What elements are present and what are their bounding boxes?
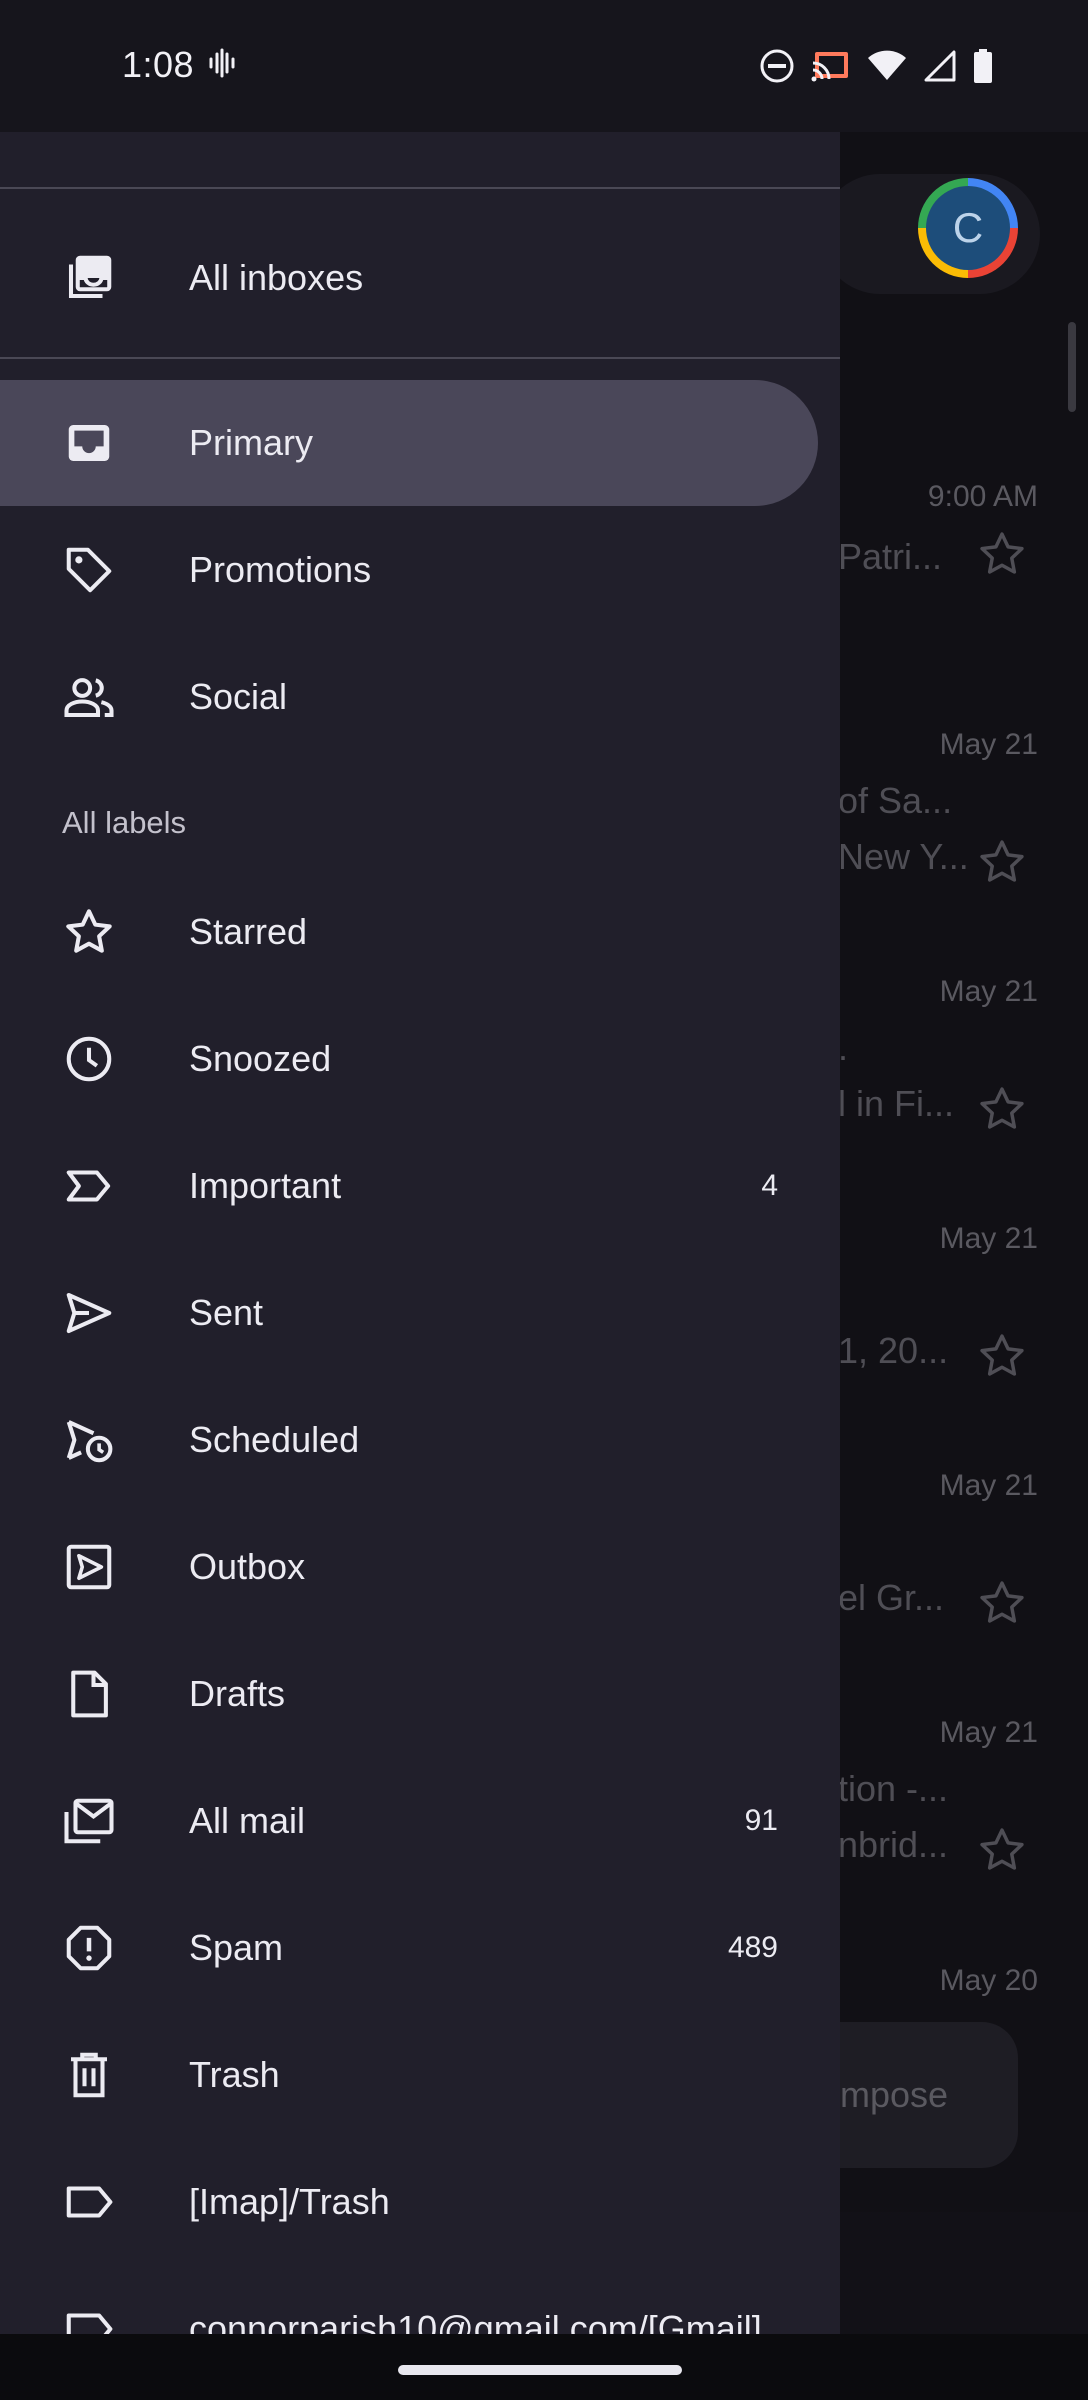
nav-label: Important: [189, 1165, 342, 1206]
nav-item-snoozed[interactable]: Snoozed: [0, 996, 818, 1122]
email-subject: el Gr...: [838, 1577, 945, 1618]
nav-label: Snoozed: [189, 1038, 332, 1079]
email-date: May 21: [939, 1469, 1038, 1502]
nav-label: Drafts: [189, 1673, 286, 1714]
status-bar: 1:08: [0, 0, 1088, 132]
email-row[interactable]: May 21 . l in Fi...: [838, 975, 1048, 1153]
avatar-letter: C: [926, 186, 1010, 270]
email-snippet: l in Fi...: [838, 1083, 955, 1124]
vibrate-icon: [208, 48, 236, 83]
nav-item-primary[interactable]: Primary: [0, 380, 818, 506]
people-icon: [62, 670, 116, 724]
nav-label: Scheduled: [189, 1419, 360, 1460]
status-time: 1:08: [122, 44, 195, 85]
all-mail-icon: [62, 1794, 116, 1848]
nav-item-trash[interactable]: Trash: [0, 2012, 818, 2138]
email-date: 9:00 AM: [927, 480, 1038, 513]
tag-icon: [62, 543, 116, 597]
nav-label: All inboxes: [189, 257, 364, 298]
status-icons: [759, 48, 993, 89]
scheduled-send-icon: [62, 1413, 116, 1467]
label-icon: [62, 2175, 116, 2229]
nav-item-outbox[interactable]: Outbox: [0, 1504, 818, 1630]
email-snippet: nbrid...: [838, 1824, 949, 1865]
star-icon[interactable]: [976, 1083, 1028, 1140]
divider: [0, 187, 840, 189]
nav-label: Primary: [189, 422, 313, 463]
label-icon: [62, 2302, 116, 2334]
email-row[interactable]: May 21 of Sa... New Y...: [838, 728, 1048, 906]
nav-label: Sent: [189, 1292, 264, 1333]
star-icon[interactable]: [976, 1330, 1028, 1387]
important-icon: [62, 1159, 116, 1213]
nav-label: All mail: [189, 1800, 306, 1841]
home-gesture-handle[interactable]: [398, 2365, 682, 2375]
nav-label: Spam: [189, 1927, 284, 1968]
email-row[interactable]: May 21 1, 20...: [838, 1222, 1048, 1400]
draft-icon: [62, 1667, 116, 1721]
email-subject: Patri...: [838, 536, 943, 577]
cell-signal-icon: [923, 50, 957, 87]
star-icon[interactable]: [976, 1824, 1028, 1881]
send-icon: [62, 1286, 116, 1340]
nav-item-important[interactable]: Important 4: [0, 1123, 818, 1249]
all-inboxes-icon: [62, 251, 116, 305]
nav-label: Outbox: [189, 1546, 306, 1587]
email-row[interactable]: 9:00 AM Patri...: [838, 480, 1048, 658]
scrollbar: [1068, 322, 1076, 412]
section-label-all-labels: All labels: [62, 805, 187, 840]
nav-item-spam[interactable]: Spam 489: [0, 1885, 818, 2011]
clock-icon: [62, 1032, 116, 1086]
trash-icon: [62, 2048, 116, 2102]
cast-icon: [811, 49, 851, 88]
star-icon[interactable]: [976, 1577, 1028, 1634]
nav-item-gmail-label[interactable]: connorparish10@gmail.com/[Gmail]: [0, 2266, 818, 2334]
nav-label: connorparish10@gmail.com/[Gmail]: [189, 2308, 762, 2334]
unread-count: 91: [744, 1804, 778, 1837]
email-date: May 21: [939, 728, 1038, 761]
star-icon[interactable]: [976, 836, 1028, 893]
nav-label: Social: [189, 676, 288, 717]
wifi-icon: [867, 50, 907, 87]
nav-item-social[interactable]: Social: [0, 634, 818, 760]
inbox-icon: [62, 416, 116, 470]
email-subject: tion -...: [838, 1768, 949, 1809]
nav-item-drafts[interactable]: Drafts: [0, 1631, 818, 1757]
divider: [0, 357, 840, 359]
nav-item-all-inboxes[interactable]: All inboxes: [0, 215, 818, 341]
unread-count: 489: [727, 1931, 778, 1964]
nav-item-scheduled[interactable]: Scheduled: [0, 1377, 818, 1503]
do-not-disturb-icon: [759, 48, 795, 89]
email-date: May 21: [939, 975, 1038, 1008]
spam-icon: [62, 1921, 116, 1975]
email-date: May 20: [939, 1964, 1038, 1997]
email-date: May 21: [939, 1222, 1038, 1255]
email-row[interactable]: May 21 el Gr...: [838, 1469, 1048, 1647]
email-subject: of Sa...: [838, 780, 953, 821]
nav-label: Promotions: [189, 549, 372, 590]
email-row[interactable]: May 21 tion -... nbrid...: [838, 1716, 1048, 1894]
star-icon[interactable]: [976, 528, 1028, 585]
nav-item-starred[interactable]: Starred: [0, 869, 818, 995]
account-avatar[interactable]: C: [918, 178, 1018, 278]
nav-label: Trash: [189, 2054, 280, 2095]
nav-item-sent[interactable]: Sent: [0, 1250, 818, 1376]
nav-item-imap-trash[interactable]: [Imap]/Trash: [0, 2139, 818, 2265]
email-subject: 1, 20...: [838, 1330, 949, 1371]
outbox-icon: [62, 1540, 116, 1594]
email-snippet: New Y...: [838, 836, 969, 877]
navigation-drawer: All inboxes Primary Promotions Social Al…: [0, 132, 840, 2334]
nav-item-all-mail[interactable]: All mail 91: [0, 1758, 818, 1884]
star-icon: [62, 905, 116, 959]
unread-count: 4: [761, 1169, 778, 1202]
nav-label: [Imap]/Trash: [189, 2181, 390, 2222]
email-date: May 21: [939, 1716, 1038, 1749]
nav-item-promotions[interactable]: Promotions: [0, 507, 818, 633]
battery-icon: [973, 49, 993, 88]
nav-label: Starred: [189, 911, 308, 952]
